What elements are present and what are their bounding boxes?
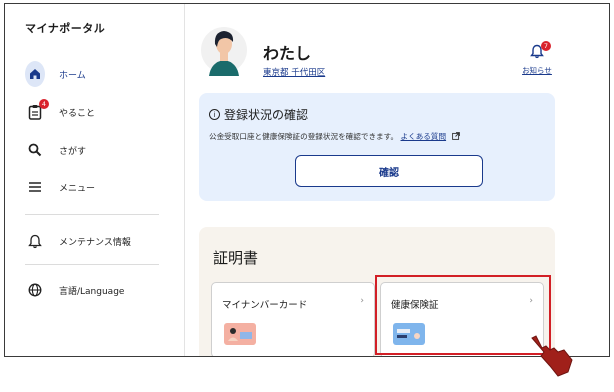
profile-address-link[interactable]: 東京都 千代田区	[263, 66, 325, 78]
sidebar-item-maintenance[interactable]: メンテナンス情報	[25, 229, 131, 253]
faq-link[interactable]: よくある質問	[401, 132, 447, 141]
card-label: マイナンバーカード	[222, 300, 308, 311]
sidebar-item-label: 言語/Language	[59, 286, 125, 297]
external-link-icon	[451, 132, 460, 142]
info-icon: i	[209, 109, 220, 120]
card-label: 健康保険証	[391, 300, 439, 311]
notice-icon: 7	[530, 41, 551, 63]
health-insurance-card-icon	[393, 323, 425, 345]
registration-card: i 登録状況の確認 公金受取口座と健康保険証の登録状況を確認できます。 よくある…	[199, 93, 555, 201]
search-icon	[25, 140, 45, 160]
registration-title-text: 登録状況の確認	[224, 108, 309, 122]
sidebar-divider	[25, 264, 159, 265]
home-icon	[25, 61, 45, 87]
globe-icon	[25, 280, 45, 300]
sidebar-item-home[interactable]: ホーム	[25, 61, 86, 87]
mynumber-card-button[interactable]: マイナンバーカード ›	[211, 282, 375, 356]
sidebar-item-label: やること	[59, 108, 96, 119]
registration-description-text: 公金受取口座と健康保険証の登録状況を確認できます。	[209, 132, 399, 141]
bell-icon	[25, 231, 45, 251]
sidebar-item-language[interactable]: 言語/Language	[25, 278, 124, 302]
app-window: マイナポータル ホーム 4 やること さがす メニュー メンテナンス情報 言語/…	[4, 3, 610, 357]
pointing-hand-icon	[528, 332, 574, 380]
sidebar: マイナポータル ホーム 4 やること さがす メニュー メンテナンス情報 言語/…	[5, 4, 185, 356]
sidebar-item-todo[interactable]: 4 やること	[25, 99, 96, 124]
avatar	[201, 22, 247, 78]
clipboard-icon: 4	[25, 99, 49, 122]
sidebar-item-label: メニュー	[59, 183, 96, 194]
menu-icon	[25, 177, 45, 197]
chevron-right-icon: ›	[529, 296, 533, 306]
sidebar-item-label: ホーム	[59, 70, 86, 81]
notice-button[interactable]: 7 お知らせ	[517, 41, 557, 76]
sidebar-item-search[interactable]: さがす	[25, 138, 86, 162]
certificates-section: 証明書 マイナンバーカード › 健康保険証 ›	[199, 227, 555, 356]
profile-name: わたし	[263, 44, 312, 63]
notice-label: お知らせ	[522, 66, 552, 75]
registration-title: i 登録状況の確認	[209, 106, 308, 123]
todo-badge: 4	[39, 99, 49, 109]
sidebar-item-label: メンテナンス情報	[59, 237, 131, 248]
sidebar-divider	[25, 214, 159, 215]
registration-description: 公金受取口座と健康保険証の登録状況を確認できます。 よくある質問	[209, 131, 460, 142]
notice-badge: 7	[541, 41, 551, 51]
main-content: わたし 東京都 千代田区 7 お知らせ i 登録状況の確認 公金受取口座と健康保…	[185, 4, 609, 356]
sidebar-item-menu[interactable]: メニュー	[25, 175, 95, 199]
certificates-title: 証明書	[213, 249, 259, 267]
chevron-right-icon: ›	[360, 296, 364, 306]
mynumber-card-icon	[224, 323, 256, 345]
app-title: マイナポータル	[25, 22, 106, 35]
sidebar-item-label: さがす	[59, 146, 87, 157]
health-insurance-card-button[interactable]: 健康保険証 ›	[380, 282, 544, 356]
confirm-button[interactable]: 確認	[295, 155, 483, 187]
